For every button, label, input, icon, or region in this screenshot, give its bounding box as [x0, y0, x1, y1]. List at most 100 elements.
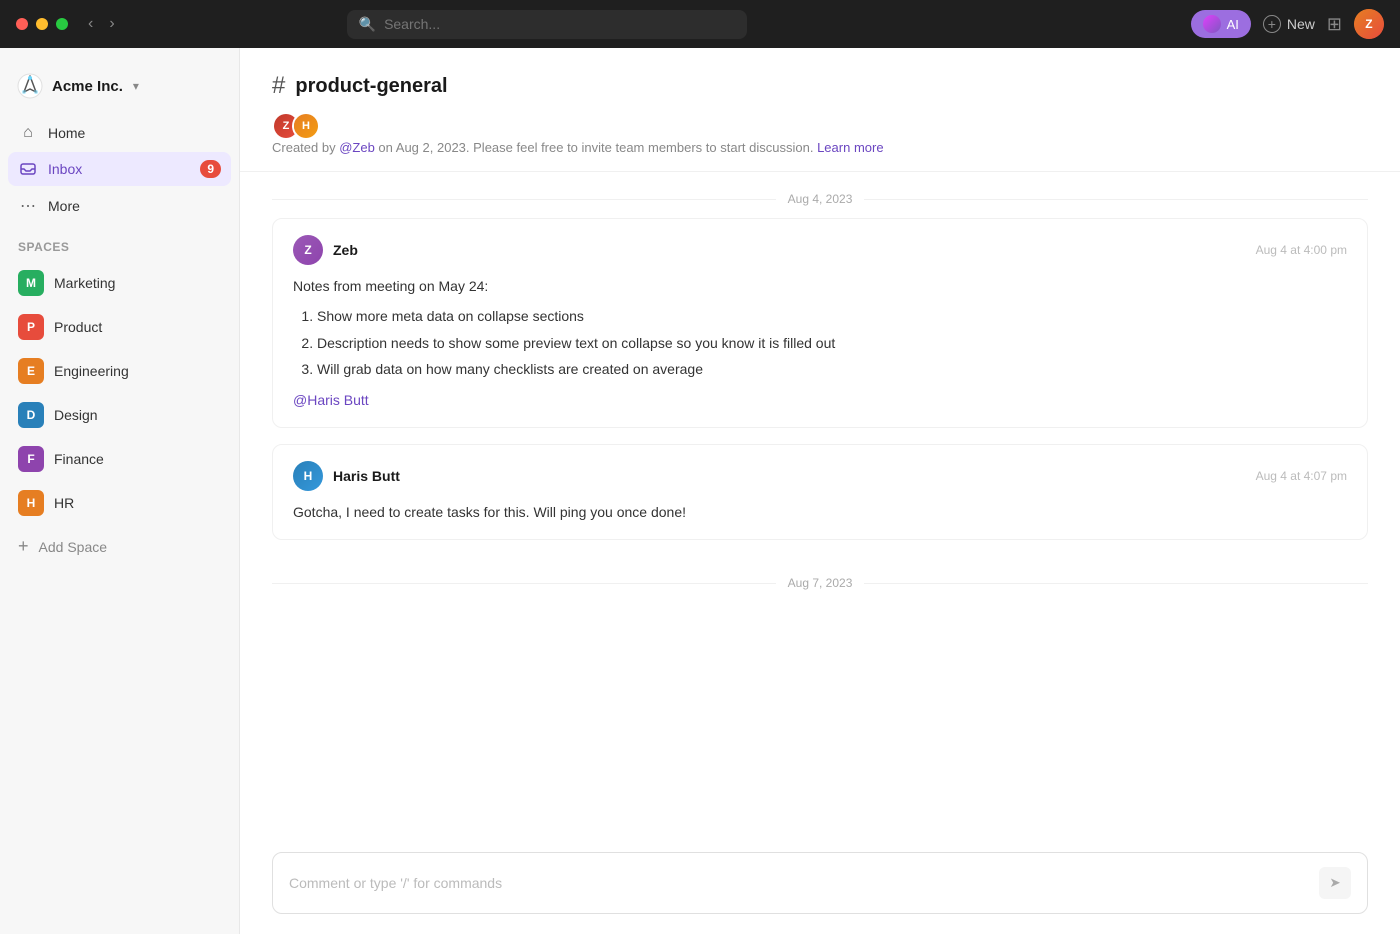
sidebar-item-product-label: Product	[54, 319, 102, 335]
channel-creator-mention[interactable]: @Zeb	[339, 140, 375, 155]
search-bar[interactable]: 🔍	[347, 10, 747, 39]
date-divider-text-aug4: Aug 4, 2023	[788, 192, 853, 206]
hash-icon: #	[272, 72, 285, 100]
minimize-button[interactable]	[36, 18, 48, 30]
more-icon: ⋯	[18, 196, 38, 216]
message-body-1: Notes from meeting on May 24: Show more …	[293, 275, 1347, 411]
msg-list: Show more meta data on collapse sections…	[293, 305, 1347, 380]
product-dot: P	[18, 314, 44, 340]
traffic-lights	[16, 18, 68, 30]
date-divider-text-aug7: Aug 7, 2023	[788, 576, 853, 590]
sidebar-item-home[interactable]: ⌂ Home	[8, 116, 231, 150]
marketing-dot: M	[18, 270, 44, 296]
msg-timestamp-2: Aug 4 at 4:07 pm	[1256, 469, 1347, 483]
inbox-badge: 9	[200, 160, 221, 178]
user-avatar[interactable]: Z	[1354, 9, 1384, 39]
ai-icon	[1203, 15, 1221, 33]
search-icon: 🔍	[359, 16, 376, 33]
message-header-2: H Haris Butt Aug 4 at 4:07 pm	[293, 461, 1347, 491]
avatar-haris: H	[293, 461, 323, 491]
sidebar-item-more-label: More	[48, 198, 80, 214]
finance-dot: F	[18, 446, 44, 472]
workspace-chevron-icon: ▾	[133, 79, 139, 93]
divider-line-left	[272, 199, 776, 200]
msg-mention-haris[interactable]: @Haris Butt	[293, 392, 369, 408]
titlebar-right: AI + New ⊞ Z	[1191, 9, 1384, 39]
date-divider-aug7: Aug 7, 2023	[272, 556, 1368, 602]
sidebar-item-finance-label: Finance	[54, 451, 104, 467]
workspace-logo	[16, 72, 44, 100]
divider-line-right-2	[864, 583, 1368, 584]
main-content: # product-general Z H Created by @Zeb on…	[240, 48, 1400, 934]
forward-button[interactable]: ›	[105, 13, 118, 35]
message-header-1: Z Zeb Aug 4 at 4:00 pm	[293, 235, 1347, 265]
ai-label: AI	[1227, 17, 1239, 32]
sidebar-item-inbox[interactable]: Inbox 9	[8, 152, 231, 186]
channel-title-row: # product-general	[272, 72, 1368, 100]
message-card-2: H Haris Butt Aug 4 at 4:07 pm Gotcha, I …	[272, 444, 1368, 540]
sidebar-item-hr[interactable]: H HR	[8, 482, 231, 524]
comment-input-box[interactable]: Comment or type '/' for commands ➤	[272, 852, 1368, 914]
sidebar-item-finance[interactable]: F Finance	[8, 438, 231, 480]
home-icon: ⌂	[18, 124, 38, 142]
channel-created-date: Aug 2, 2023	[396, 140, 466, 155]
msg-author-name-1: Zeb	[333, 242, 358, 258]
msg-content-2: Gotcha, I need to create tasks for this.…	[293, 504, 686, 520]
nav-arrows: ‹ ›	[84, 13, 119, 35]
app-body: Acme Inc. ▾ ⌂ Home Inbox 9 ⋯ More	[0, 48, 1400, 934]
avatar-zeb: Z	[293, 235, 323, 265]
channel-meta: Created by @Zeb on Aug 2, 2023. Please f…	[272, 140, 1368, 155]
msg-author-name-2: Haris Butt	[333, 468, 400, 484]
new-label: New	[1287, 16, 1315, 32]
new-plus-icon: +	[1263, 15, 1281, 33]
workspace-name: Acme Inc.	[52, 78, 123, 95]
close-button[interactable]	[16, 18, 28, 30]
learn-more-link[interactable]: Learn more	[817, 140, 883, 155]
sidebar-item-home-label: Home	[48, 125, 85, 141]
comment-send-button[interactable]: ➤	[1319, 867, 1351, 899]
back-button[interactable]: ‹	[84, 13, 97, 35]
spaces-label: Spaces	[0, 224, 239, 262]
hr-dot: H	[18, 490, 44, 516]
sidebar-item-more[interactable]: ⋯ More	[8, 188, 231, 224]
channel-header: # product-general Z H Created by @Zeb on…	[240, 48, 1400, 172]
messages-area: Aug 4, 2023 Z Zeb Aug 4 at 4:00 pm Notes…	[240, 172, 1400, 836]
ai-button[interactable]: AI	[1191, 10, 1251, 38]
send-icon: ➤	[1329, 875, 1340, 891]
sidebar-item-design[interactable]: D Design	[8, 394, 231, 436]
spaces-nav: M Marketing P Product E Engineering D De…	[0, 262, 239, 524]
list-item: Show more meta data on collapse sections	[317, 305, 1347, 327]
add-space-icon: +	[18, 536, 29, 557]
member-avatars: Z H	[272, 112, 1368, 140]
message-card-1: Z Zeb Aug 4 at 4:00 pm Notes from meetin…	[272, 218, 1368, 428]
grid-icon[interactable]: ⊞	[1327, 14, 1342, 35]
channel-title: product-general	[295, 75, 447, 98]
member-avatar-haris[interactable]: H	[292, 112, 320, 140]
divider-line-left-2	[272, 583, 776, 584]
divider-line-right	[864, 199, 1368, 200]
inbox-icon	[18, 161, 38, 177]
message-author-info-1: Z Zeb	[293, 235, 358, 265]
sidebar-item-product[interactable]: P Product	[8, 306, 231, 348]
comment-placeholder[interactable]: Comment or type '/' for commands	[289, 875, 1319, 891]
sidebar-item-engineering[interactable]: E Engineering	[8, 350, 231, 392]
sidebar: Acme Inc. ▾ ⌂ Home Inbox 9 ⋯ More	[0, 48, 240, 934]
sidebar-nav: ⌂ Home Inbox 9 ⋯ More	[0, 116, 239, 224]
sidebar-item-marketing[interactable]: M Marketing	[8, 262, 231, 304]
date-divider-aug4: Aug 4, 2023	[272, 172, 1368, 218]
search-input[interactable]	[384, 16, 735, 32]
msg-timestamp-1: Aug 4 at 4:00 pm	[1256, 243, 1347, 257]
engineering-dot: E	[18, 358, 44, 384]
add-space-button[interactable]: + Add Space	[0, 528, 239, 565]
message-body-2: Gotcha, I need to create tasks for this.…	[293, 501, 1347, 523]
titlebar: ‹ › 🔍 AI + New ⊞ Z	[0, 0, 1400, 48]
sidebar-item-engineering-label: Engineering	[54, 363, 129, 379]
list-item: Will grab data on how many checklists ar…	[317, 358, 1347, 380]
list-item: Description needs to show some preview t…	[317, 332, 1347, 354]
design-dot: D	[18, 402, 44, 428]
new-button[interactable]: + New	[1263, 15, 1315, 33]
fullscreen-button[interactable]	[56, 18, 68, 30]
workspace-header[interactable]: Acme Inc. ▾	[0, 64, 239, 108]
comment-input-area: Comment or type '/' for commands ➤	[240, 836, 1400, 934]
add-space-label: Add Space	[39, 539, 108, 555]
